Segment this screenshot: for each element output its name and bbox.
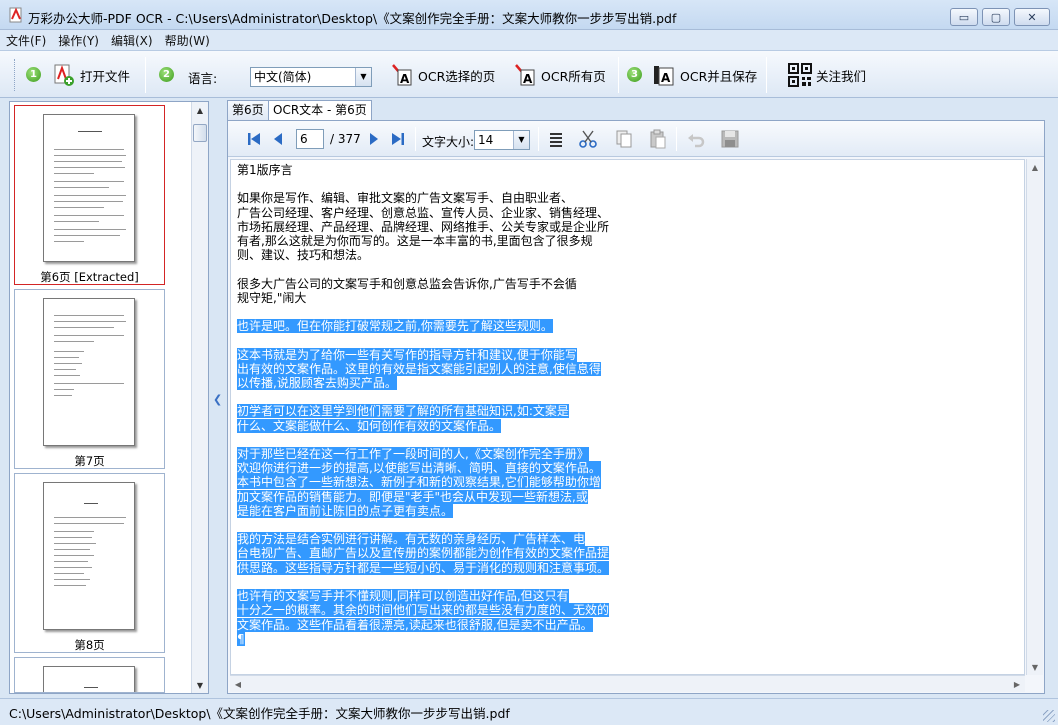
next-page-icon[interactable] — [366, 131, 382, 147]
scrollbar-thumb[interactable] — [193, 124, 207, 142]
chevron-down-icon: ▼ — [513, 131, 529, 149]
font-size-select[interactable]: 14 ▼ — [474, 130, 530, 150]
toolbar-grip[interactable] — [14, 59, 17, 91]
window-title: 万彩办公大师-PDF OCR - C:\Users\Administrator\… — [28, 11, 677, 26]
menu-help[interactable]: 帮助(W) — [165, 32, 210, 49]
ocr-toolbar: 6 / 377 文字大小: 14 ▼ — [228, 121, 1044, 157]
ocr-text-selection: 也许是吧。但在你能打破常规之前,你需要先了解这些规则。 这本书就是为了给你一些有… — [237, 319, 610, 646]
page-thumbnail-image — [43, 114, 135, 262]
previous-page-icon[interactable] — [270, 131, 286, 147]
main-toolbar: 1 打开文件 2 语言: 中文(简体) ▼ A OCR选择的页 A OCR所有页… — [0, 50, 1058, 98]
page-thumbnail-image — [43, 298, 135, 446]
maximize-button[interactable]: ▢ — [982, 8, 1010, 26]
undo-icon[interactable] — [686, 129, 706, 149]
last-page-icon[interactable] — [390, 131, 406, 147]
ocr-selected-button[interactable]: A OCR选择的页 — [390, 61, 495, 89]
scroll-down-icon[interactable]: ▼ — [1027, 659, 1043, 675]
tab-page[interactable]: 第6页 — [227, 100, 269, 120]
language-select[interactable]: 中文(简体) ▼ — [250, 67, 372, 87]
save-icon[interactable] — [720, 129, 740, 149]
pdf-app-icon — [9, 7, 22, 23]
chevron-down-icon: ▼ — [355, 68, 371, 86]
ocr-save-icon: A — [654, 66, 674, 86]
follow-us-button[interactable]: 关注我们 — [788, 61, 866, 89]
qr-code-icon — [788, 63, 812, 87]
page-number-input[interactable]: 6 — [296, 129, 324, 149]
ocr-text-content: 第1版序言 如果你是写作、编辑、审批文案的广告文案写手、自由职业者、 广告公司经… — [237, 163, 610, 646]
ocr-all-icon: A — [515, 64, 535, 86]
ocr-selected-label: OCR选择的页 — [418, 68, 496, 84]
svg-text:A: A — [661, 71, 671, 85]
ocr-vertical-scrollbar[interactable]: ▲ ▼ — [1026, 159, 1043, 675]
ocr-horizontal-scrollbar[interactable]: ◀ ▶ — [230, 675, 1025, 692]
language-label: 语言: — [188, 71, 218, 86]
ocr-save-button[interactable]: A OCR并且保存 — [652, 61, 757, 89]
toolbar-separator — [618, 57, 619, 93]
ocr-panel: 6 / 377 文字大小: 14 ▼ 第1版序言 如果你是写作、编辑、审批文案的… — [227, 120, 1045, 694]
ocr-all-label: OCR所有页 — [541, 68, 606, 84]
open-file-icon — [54, 64, 74, 86]
step-3-badge: 3 — [627, 67, 642, 82]
step-2-badge: 2 — [159, 67, 174, 82]
scroll-down-icon[interactable]: ▼ — [192, 677, 208, 693]
thumbnail-page-7[interactable]: 第7页 — [14, 289, 165, 469]
scroll-left-icon[interactable]: ◀ — [230, 676, 246, 692]
menu-actions[interactable]: 操作(Y) — [58, 32, 99, 49]
open-file-button[interactable]: 打开文件 — [52, 61, 130, 89]
thumbnail-page-8[interactable]: 第8页 — [14, 473, 165, 653]
scroll-up-icon[interactable]: ▲ — [192, 102, 208, 118]
font-size-value: 14 — [478, 133, 494, 147]
menu-edit[interactable]: 编辑(X) — [111, 32, 153, 49]
toolbar-separator — [415, 127, 416, 151]
status-file-path: C:\Users\Administrator\Desktop\《文案创作完全手册… — [9, 706, 510, 721]
thumbnail-caption: 第7页 — [74, 454, 105, 468]
title-bar: 万彩办公大师-PDF OCR - C:\Users\Administrator\… — [0, 0, 1058, 30]
ocr-all-button[interactable]: A OCR所有页 — [513, 61, 606, 89]
toolbar-separator — [145, 57, 146, 93]
page-total-label: / 377 — [330, 132, 361, 146]
panel-splitter[interactable]: ❮ — [210, 101, 224, 694]
resize-grip[interactable] — [1043, 710, 1055, 722]
first-page-icon[interactable] — [246, 131, 262, 147]
scroll-up-icon[interactable]: ▲ — [1027, 159, 1043, 175]
page-thumbnail-image — [43, 482, 135, 630]
follow-us-label: 关注我们 — [816, 68, 867, 84]
toolbar-separator — [538, 127, 539, 151]
ocr-text-area[interactable]: 第1版序言 如果你是写作、编辑、审批文案的广告文案写手、自由职业者、 广告公司经… — [230, 159, 1025, 675]
tab-ocr-text[interactable]: OCR文本 - 第6页 — [268, 100, 372, 121]
text-format-icon[interactable] — [546, 129, 566, 149]
close-button[interactable]: ✕ — [1014, 8, 1050, 26]
thumbnail-page-9[interactable] — [14, 657, 165, 693]
scroll-right-icon[interactable]: ▶ — [1009, 676, 1025, 692]
ocr-text-plain: 第1版序言 如果你是写作、编辑、审批文案的广告文案写手、自由职业者、 广告公司经… — [237, 163, 610, 305]
thumbnail-page-6[interactable]: 第6页 [Extracted] — [14, 105, 165, 285]
thumbnail-scrollbar[interactable]: ▲ ▼ — [191, 102, 208, 693]
ocr-page-icon: A — [392, 64, 412, 86]
thumbnail-caption: 第8页 — [74, 638, 105, 652]
thumbnail-caption: 第6页 [Extracted] — [40, 270, 139, 284]
toolbar-separator — [676, 127, 677, 151]
copy-icon[interactable] — [614, 129, 634, 149]
collapse-left-icon[interactable]: ❮ — [213, 393, 222, 406]
font-size-label: 文字大小: — [422, 135, 475, 149]
minimize-button[interactable]: ▭ — [950, 8, 978, 26]
language-value: 中文(简体) — [254, 70, 312, 84]
step-1-badge: 1 — [26, 67, 41, 82]
cut-icon[interactable] — [578, 129, 598, 149]
svg-text:A: A — [523, 72, 533, 86]
svg-text:A: A — [400, 72, 410, 86]
open-file-label: 打开文件 — [80, 68, 131, 84]
menu-file[interactable]: 文件(F) — [6, 32, 46, 49]
page-thumbnail-image — [43, 666, 135, 692]
status-bar: C:\Users\Administrator\Desktop\《文案创作完全手册… — [0, 698, 1058, 725]
paste-icon[interactable] — [648, 129, 668, 149]
ocr-save-label: OCR并且保存 — [680, 68, 758, 84]
thumbnail-panel: 第6页 [Extracted] 第7页 第8页 ▲ ▼ — [9, 101, 209, 694]
toolbar-separator — [766, 57, 767, 93]
menu-bar: 文件(F) 操作(Y) 编辑(X) 帮助(W) — [0, 30, 1058, 50]
